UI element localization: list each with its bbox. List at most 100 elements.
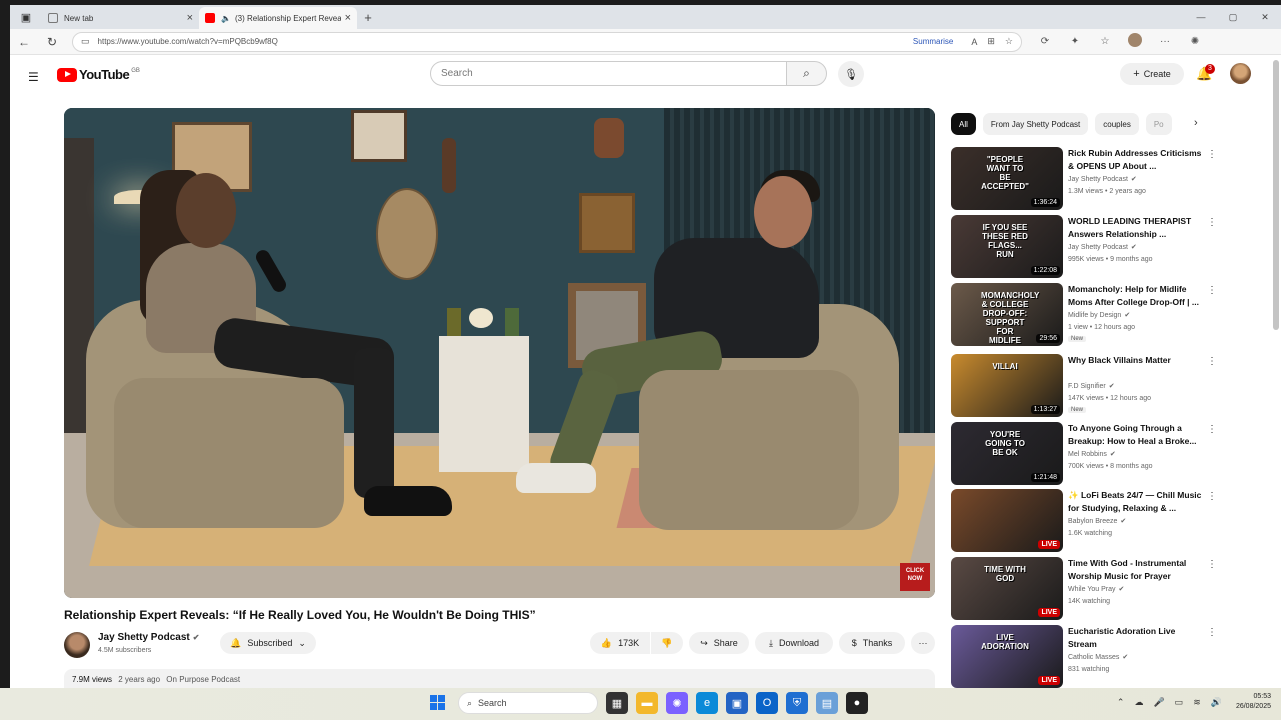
more-vert-icon[interactable]: ⋮ bbox=[1207, 559, 1217, 570]
speaker-icon[interactable]: 🔈 bbox=[221, 14, 231, 23]
search-input[interactable]: Search bbox=[430, 61, 787, 86]
channel-avatar[interactable] bbox=[64, 632, 90, 658]
minimize-button[interactable]: — bbox=[1185, 5, 1217, 29]
recommendation-title[interactable]: Time With God - Instrumental Worship Mus… bbox=[1068, 557, 1206, 583]
recommendation-channel[interactable]: Jay Shetty Podcast ✔ bbox=[1068, 175, 1137, 183]
video-thumbnail[interactable]: LIVE ADORATION LIVE bbox=[951, 625, 1063, 688]
tab-actions-icon[interactable]: ▣ bbox=[10, 5, 42, 29]
url-text[interactable]: https://www.youtube.com/watch?v=mPQBcb9w… bbox=[98, 37, 913, 46]
refresh-icon[interactable]: ↻ bbox=[38, 35, 66, 49]
new-tab-button[interactable]: + bbox=[357, 10, 379, 25]
video-thumbnail[interactable]: VILLAI 1:13:27 bbox=[951, 354, 1063, 417]
recommendation-item[interactable]: YOU'RE GOING TO BE OK 1:21:48 To Anyone Go… bbox=[951, 422, 1217, 486]
thanks-button[interactable]: $ Thanks bbox=[839, 632, 905, 654]
recommendation-title[interactable]: ✨ LoFi Beats 24/7 — Chill Music for Stud… bbox=[1068, 489, 1206, 515]
video-thumbnail[interactable]: LIVE bbox=[951, 489, 1063, 552]
store-icon[interactable]: ▣ bbox=[726, 692, 748, 714]
tab-youtube-video[interactable]: 🔈 (3) Relationship Expert Revea × bbox=[199, 7, 357, 29]
channel-watermark[interactable]: CLICK NOW bbox=[900, 563, 930, 591]
recommendation-channel[interactable]: Babylon Breeze ✔ bbox=[1068, 517, 1126, 525]
recommendation-channel[interactable]: While You Pray ✔ bbox=[1068, 585, 1124, 593]
recommendation-item[interactable]: "PEOPLE WANT TO BE ACCEPTED" 1:36:24 Rick … bbox=[951, 147, 1217, 211]
download-button[interactable]: ⤓ Download bbox=[755, 632, 833, 654]
recommendation-channel[interactable]: Jay Shetty Podcast ✔ bbox=[1068, 243, 1137, 251]
address-bar[interactable]: ▭ https://www.youtube.com/watch?v=mPQBcb… bbox=[72, 31, 1022, 52]
app-icon[interactable]: ● bbox=[846, 692, 868, 714]
word-icon[interactable]: ▤ bbox=[816, 692, 838, 714]
more-vert-icon[interactable]: ⋮ bbox=[1207, 627, 1217, 638]
sync-icon[interactable]: ⟳ bbox=[1030, 36, 1060, 47]
youtube-logo[interactable]: YouTube GB bbox=[57, 67, 140, 82]
recommendation-item[interactable]: TIME WITH GOD LIVE Time With God - Instrum… bbox=[951, 557, 1217, 621]
create-button[interactable]: + Create bbox=[1120, 63, 1184, 85]
read-aloud-icon[interactable]: A bbox=[971, 37, 977, 47]
close-tab-icon[interactable]: × bbox=[345, 12, 351, 24]
more-vert-icon[interactable]: ⋮ bbox=[1207, 217, 1217, 228]
recommendation-item[interactable]: LIVE ADORATION LIVE Eucharistic Adoration … bbox=[951, 625, 1217, 689]
mic-icon[interactable]: 🎤 bbox=[1153, 697, 1164, 708]
display-icon[interactable]: ▭ bbox=[1175, 697, 1184, 708]
clock[interactable]: 05:53 26/08/2025 bbox=[1236, 692, 1271, 712]
hashtag-link[interactable]: On Purpose Podcast bbox=[166, 675, 240, 684]
recommendation-title[interactable]: Eucharistic Adoration Live Stream bbox=[1068, 625, 1206, 651]
chevron-right-icon[interactable]: › bbox=[1194, 117, 1198, 129]
outlook-icon[interactable]: O bbox=[756, 692, 778, 714]
menu-dots-icon[interactable]: ··· bbox=[1150, 36, 1180, 47]
apps-icon[interactable]: ⊞ bbox=[987, 36, 995, 47]
recommendation-item[interactable]: MOMANCHOLY & COLLEGE DROP-OFF: SUPPORT F… bbox=[951, 283, 1217, 347]
recommendation-title[interactable]: Momancholy: Help for Midlife Moms After … bbox=[1068, 283, 1206, 309]
copilot-icon[interactable]: ✺ bbox=[1180, 36, 1210, 47]
subscribed-button[interactable]: 🔔 Subscribed ⌄ bbox=[220, 632, 316, 654]
tab-new-tab[interactable]: New tab × bbox=[42, 7, 199, 29]
favorite-star-icon[interactable]: ☆ bbox=[1005, 36, 1013, 47]
recommendation-title[interactable]: Rick Rubin Addresses Criticisms & OPENS … bbox=[1068, 147, 1206, 173]
back-icon[interactable]: ← bbox=[10, 35, 38, 49]
video-thumbnail[interactable]: IF YOU SEE THESE RED FLAGS... RUN 1:22:08 bbox=[951, 215, 1063, 278]
more-vert-icon[interactable]: ⋮ bbox=[1207, 285, 1217, 296]
recommendation-channel[interactable]: F.D Signifier ✔ bbox=[1068, 382, 1115, 390]
chip-all[interactable]: All bbox=[951, 113, 976, 135]
like-button[interactable]: 👍 173K bbox=[590, 632, 650, 654]
page-scrollbar[interactable] bbox=[1273, 60, 1279, 330]
maximize-button[interactable]: ▢ bbox=[1217, 5, 1249, 29]
recommendation-title[interactable]: To Anyone Going Through a Breakup: How t… bbox=[1068, 422, 1206, 448]
recommendation-title[interactable]: WORLD LEADING THERAPIST Answers Relation… bbox=[1068, 215, 1206, 241]
copilot-app-icon[interactable]: ✺ bbox=[666, 692, 688, 714]
share-button[interactable]: ↪ Share bbox=[689, 632, 749, 654]
chevron-up-icon[interactable]: ⌃ bbox=[1117, 697, 1125, 708]
edge-browser-icon[interactable]: e bbox=[696, 692, 718, 714]
chip-po[interactable]: Po bbox=[1145, 113, 1172, 135]
recommendation-item[interactable]: VILLAI 1:13:27 Why Black Villains Matter F.… bbox=[951, 354, 1217, 418]
recommendation-item[interactable]: LIVE ✨ LoFi Beats 24/7 — Chill Music for … bbox=[951, 489, 1217, 553]
site-info-icon[interactable]: ▭ bbox=[81, 36, 90, 47]
video-thumbnail[interactable]: YOU'RE GOING TO BE OK 1:21:48 bbox=[951, 422, 1063, 485]
hamburger-menu-icon[interactable]: ☰ bbox=[28, 70, 39, 84]
dislike-button[interactable]: 👎 bbox=[651, 632, 683, 654]
more-actions-button[interactable]: ··· bbox=[911, 632, 935, 654]
cloud-icon[interactable]: ☁ bbox=[1134, 697, 1143, 708]
recommendation-channel[interactable]: Mel Robbins ✔ bbox=[1068, 450, 1116, 458]
windows-start-icon[interactable] bbox=[430, 695, 446, 711]
wifi-icon[interactable]: ≋ bbox=[1193, 697, 1201, 708]
task-view-icon[interactable]: ▦ bbox=[606, 692, 628, 714]
more-vert-icon[interactable]: ⋮ bbox=[1207, 149, 1217, 160]
profile-icon[interactable] bbox=[1120, 33, 1150, 50]
file-explorer-icon[interactable]: ▬ bbox=[636, 692, 658, 714]
summarise-button[interactable]: Summarise bbox=[913, 37, 953, 46]
video-player[interactable]: CLICK NOW bbox=[64, 108, 935, 598]
defender-icon[interactable]: ⛨ bbox=[786, 692, 808, 714]
close-tab-icon[interactable]: × bbox=[187, 12, 193, 24]
search-button[interactable]: ⌕ bbox=[786, 61, 827, 86]
extensions-icon[interactable]: ✦ bbox=[1060, 36, 1090, 47]
recommendation-title[interactable]: Why Black Villains Matter bbox=[1068, 354, 1206, 367]
account-avatar[interactable] bbox=[1230, 63, 1251, 84]
chip-couples[interactable]: couples bbox=[1095, 113, 1139, 135]
channel-name[interactable]: Jay Shetty Podcast ✔ bbox=[98, 632, 199, 643]
video-thumbnail[interactable]: TIME WITH GOD LIVE bbox=[951, 557, 1063, 620]
chip-from-channel[interactable]: From Jay Shetty Podcast bbox=[982, 113, 1089, 135]
taskbar-search[interactable]: ⌕ Search bbox=[458, 692, 598, 714]
recommendation-item[interactable]: IF YOU SEE THESE RED FLAGS... RUN 1:22:08… bbox=[951, 215, 1217, 279]
volume-icon[interactable]: 🔊 bbox=[1211, 697, 1222, 708]
video-thumbnail[interactable]: "PEOPLE WANT TO BE ACCEPTED" 1:36:24 bbox=[951, 147, 1063, 210]
video-thumbnail[interactable]: MOMANCHOLY & COLLEGE DROP-OFF: SUPPORT F… bbox=[951, 283, 1063, 346]
